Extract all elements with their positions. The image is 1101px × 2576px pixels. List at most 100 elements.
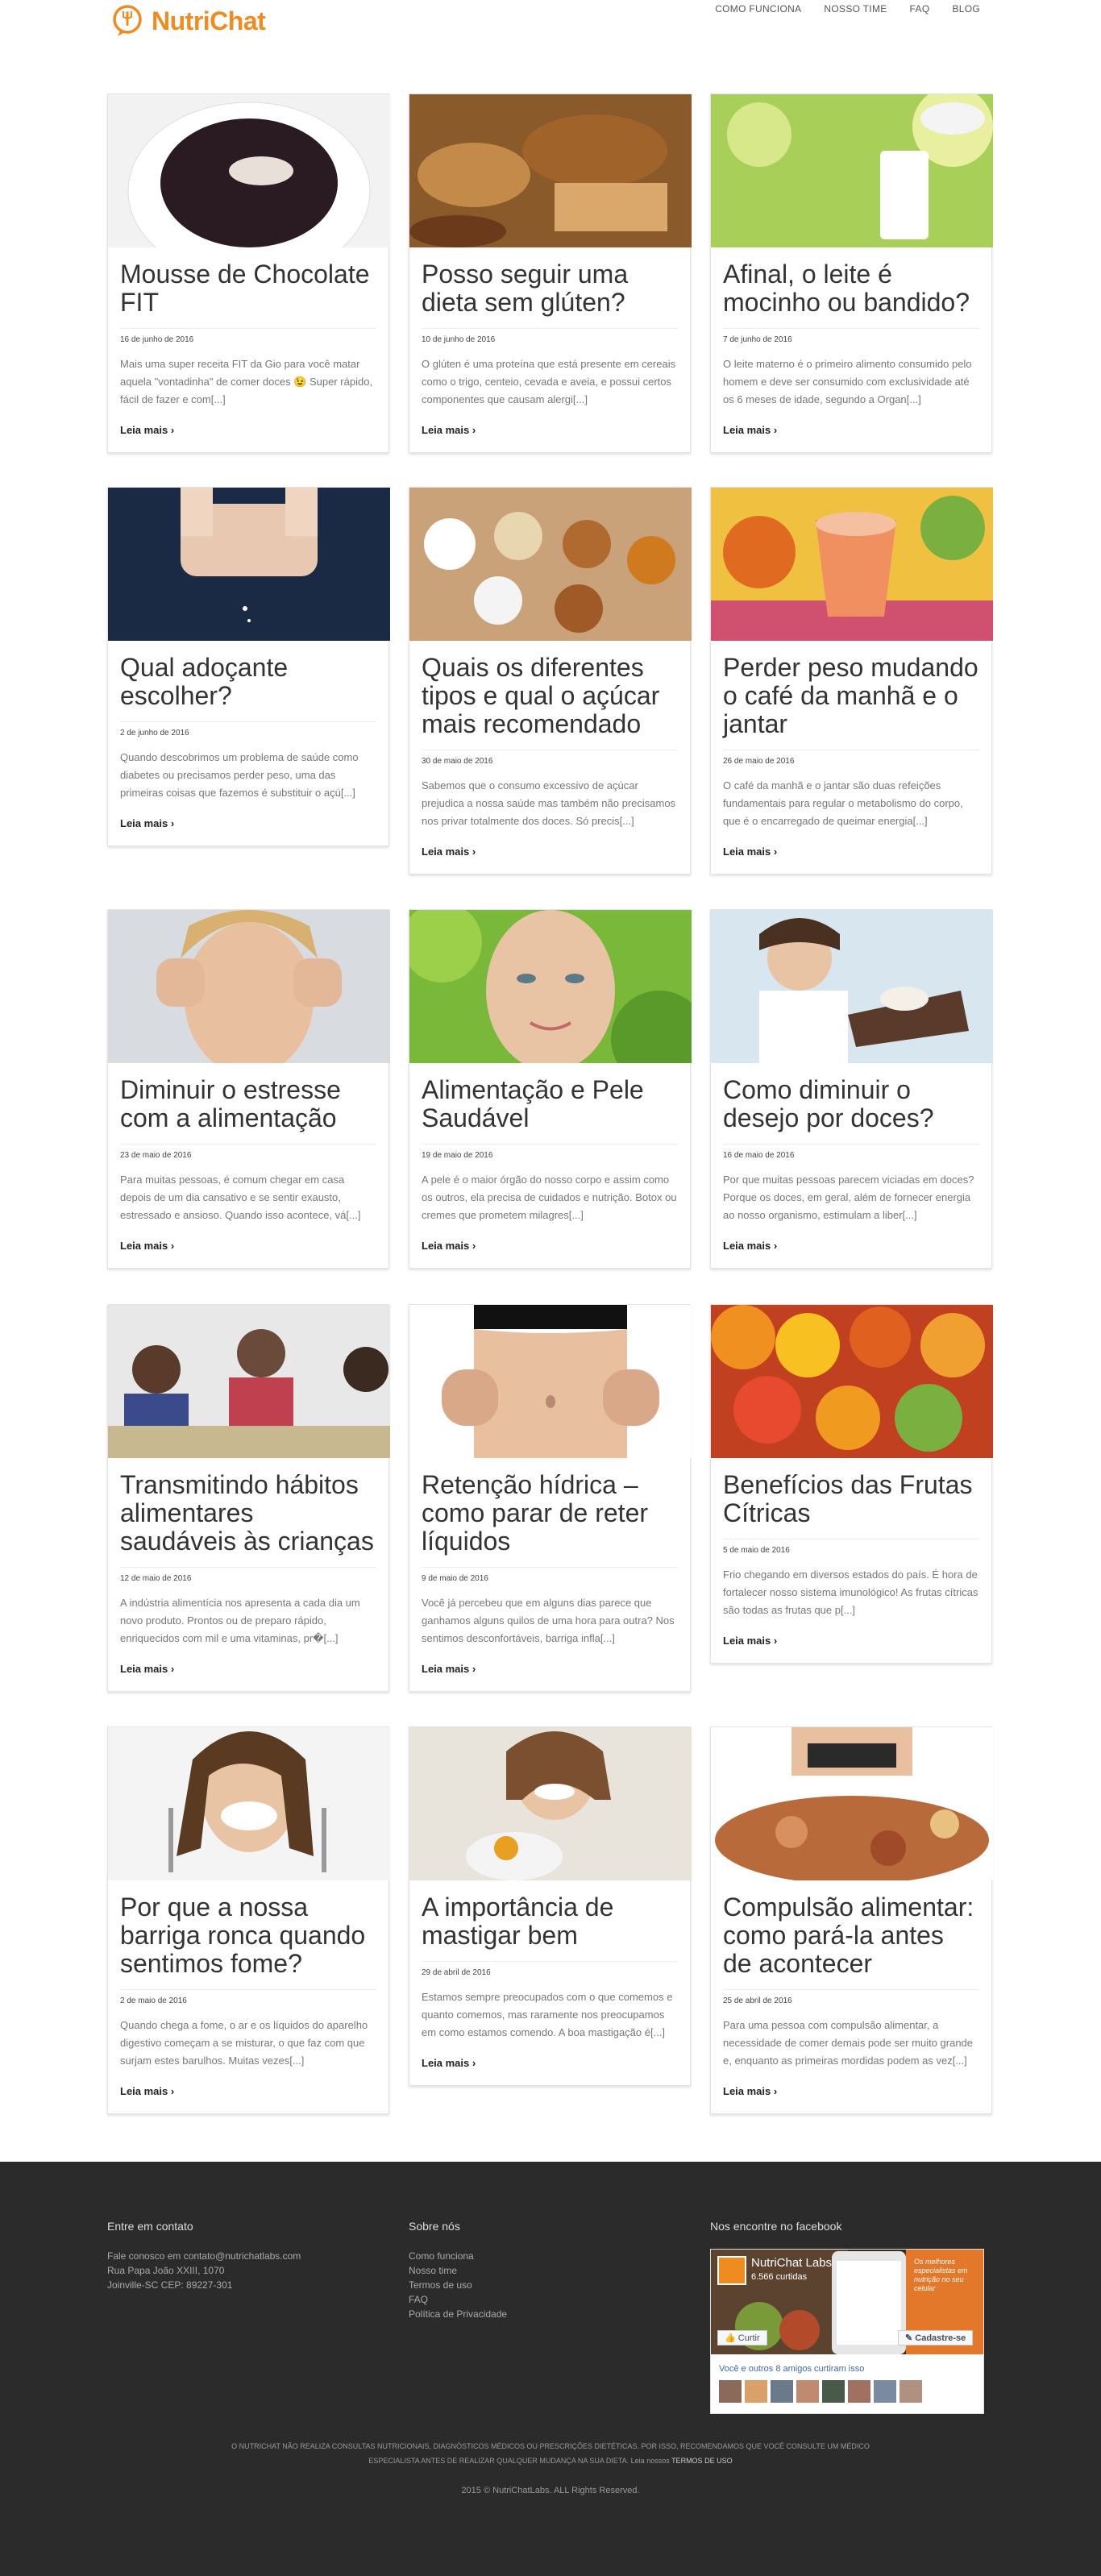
chevron-right-icon: › [170, 1663, 175, 1675]
footer-link-como-funciona[interactable]: Como funciona [409, 2250, 474, 2262]
post-title[interactable]: Mousse de Chocolate FIT [120, 260, 376, 317]
read-more-link[interactable]: Leia mais › [422, 846, 476, 858]
chevron-right-icon: › [773, 424, 778, 436]
post-date: 25 de abril de 2016 [723, 1989, 979, 2005]
post-excerpt: A indústria alimentícia nos apresenta a … [120, 1597, 360, 1644]
post-card: Por que a nossa barriga ronca quando sen… [107, 1726, 390, 2114]
read-more-link[interactable]: Leia mais › [120, 424, 174, 436]
fb-signup-button[interactable]: ✎ Cadastre-se [898, 2330, 974, 2345]
post-title[interactable]: Por que a nossa barriga ronca quando sen… [120, 1893, 376, 1978]
post-excerpt: Quando descobrimos um problema de saúde … [120, 751, 359, 799]
post-title[interactable]: Compulsão alimentar: como pará-la antes … [723, 1893, 979, 1978]
footer-link-nosso-time[interactable]: Nosso time [409, 2265, 457, 2276]
friend-avatar[interactable] [771, 2380, 793, 2403]
post-date: 29 de abril de 2016 [422, 1961, 678, 1977]
post-body: Transmitindo hábitos alimentares saudáve… [108, 1458, 388, 1691]
post-body: A importância de mastigar bem 29 de abril… [409, 1880, 690, 2085]
post-title[interactable]: Como diminuir o desejo por doces? [723, 1076, 979, 1132]
post-thumbnail[interactable] [108, 1305, 390, 1458]
chevron-right-icon: › [472, 424, 476, 436]
read-more-label: Leia mais [120, 1240, 168, 1252]
read-more-link[interactable]: Leia mais › [120, 2085, 174, 2097]
read-more-label: Leia mais [723, 424, 771, 436]
post-excerpt: Sabemos que o consumo excessivo de açúca… [422, 779, 676, 827]
post-title[interactable]: Afinal, o leite é mocinho ou bandido? [723, 260, 979, 317]
post-thumbnail[interactable] [409, 1727, 692, 1880]
post-thumbnail[interactable] [711, 488, 993, 641]
post-date: 2 de maio de 2016 [120, 1989, 376, 2005]
post-title[interactable]: Alimentação e Pele Saudável [422, 1076, 678, 1132]
footer-link-termos[interactable]: Termos de uso [409, 2279, 472, 2291]
post-date: 16 de maio de 2016 [723, 1144, 979, 1160]
read-more-link[interactable]: Leia mais › [120, 1240, 174, 1252]
post-title[interactable]: A importância de mastigar bem [422, 1893, 678, 1950]
post-image [711, 1305, 993, 1458]
read-more-link[interactable]: Leia mais › [422, 1240, 476, 1252]
post-thumbnail[interactable] [108, 94, 390, 247]
post-title[interactable]: Diminuir o estresse com a alimentação [120, 1076, 376, 1132]
terms-link[interactable]: TERMOS DE USO [671, 2457, 733, 2465]
fb-like-label: Curtir [737, 2333, 760, 2343]
chevron-right-icon: › [773, 1240, 778, 1252]
facebook-widget[interactable]: NutriChat Labs 6.566 curtidas Os melhore… [710, 2249, 984, 2414]
nav-link-nosso-time[interactable]: NOSSO TIME [824, 3, 887, 15]
read-more-link[interactable]: Leia mais › [723, 1635, 777, 1647]
chevron-right-icon: › [773, 2085, 778, 2097]
footer-link-privacidade[interactable]: Política de Privacidade [409, 2308, 507, 2320]
post-card: Compulsão alimentar: como pará-la antes … [710, 1726, 993, 2114]
post-image [108, 1727, 390, 1880]
friend-avatar[interactable] [745, 2380, 767, 2403]
post-body: Alimentação e Pele Saudável 19 de maio de… [409, 1063, 690, 1268]
friend-avatar[interactable] [874, 2380, 896, 2403]
post-date: 19 de maio de 2016 [422, 1144, 678, 1160]
nav-link-como-funciona[interactable]: COMO FUNCIONA [715, 3, 801, 15]
fb-page-name[interactable]: NutriChat Labs [751, 2256, 832, 2270]
footer-link-faq[interactable]: FAQ [409, 2294, 428, 2305]
post-date: 12 de maio de 2016 [120, 1567, 376, 1583]
contact-email[interactable]: Fale conosco em contato@nutrichatlabs.co… [107, 2249, 381, 2263]
post-title[interactable]: Transmitindo hábitos alimentares saudáve… [120, 1471, 376, 1556]
disclaimer-line-1: O NUTRICHAT NÃO REALIZA CONSULTAS NUTRIC… [231, 2442, 870, 2450]
post-title[interactable]: Benefícios das Frutas Cítricas [723, 1471, 979, 1527]
post-thumbnail[interactable] [409, 94, 692, 247]
read-more-link[interactable]: Leia mais › [422, 1663, 476, 1675]
read-more-link[interactable]: Leia mais › [723, 424, 777, 436]
post-thumbnail[interactable] [711, 1727, 993, 1880]
post-title[interactable]: Qual adoçante escolher? [120, 654, 376, 710]
read-more-link[interactable]: Leia mais › [422, 2057, 476, 2069]
post-date: 10 de junho de 2016 [422, 328, 678, 344]
post-thumbnail[interactable] [711, 910, 993, 1063]
post-title[interactable]: Quais os diferentes tipos e qual o açúca… [422, 654, 678, 738]
read-more-link[interactable]: Leia mais › [422, 424, 476, 436]
post-excerpt: Frio chegando em diversos estados do paí… [723, 1568, 978, 1616]
friend-avatar[interactable] [822, 2380, 845, 2403]
friend-avatar[interactable] [719, 2380, 742, 2403]
read-more-link[interactable]: Leia mais › [723, 846, 777, 858]
friend-avatar[interactable] [899, 2380, 922, 2403]
post-body: Posso seguir uma dieta sem glúten? 10 de … [409, 247, 690, 452]
read-more-link[interactable]: Leia mais › [120, 1663, 174, 1675]
post-title[interactable]: Perder peso mudando o café da manhã e o … [723, 654, 979, 738]
post-excerpt: Estamos sempre preocupados com o que com… [422, 1991, 673, 2038]
logo[interactable]: NutriChat [110, 3, 266, 39]
read-more-link[interactable]: Leia mais › [723, 2085, 777, 2097]
post-thumbnail[interactable] [409, 910, 692, 1063]
post-thumbnail[interactable] [711, 94, 993, 247]
post-thumbnail[interactable] [108, 1727, 390, 1880]
post-thumbnail[interactable] [108, 910, 390, 1063]
chevron-right-icon: › [170, 424, 175, 436]
read-more-link[interactable]: Leia mais › [120, 817, 174, 829]
post-title[interactable]: Retenção hídrica – como parar de reter l… [422, 1471, 678, 1556]
friend-avatar[interactable] [848, 2380, 870, 2403]
read-more-link[interactable]: Leia mais › [723, 1240, 777, 1252]
fb-like-button[interactable]: 👍 Curtir [717, 2330, 767, 2345]
post-thumbnail[interactable] [409, 488, 692, 641]
nav-link-faq[interactable]: FAQ [910, 3, 930, 15]
post-image [108, 1305, 390, 1458]
nav-link-blog[interactable]: BLOG [952, 3, 980, 15]
post-thumbnail[interactable] [409, 1305, 692, 1458]
post-title[interactable]: Posso seguir uma dieta sem glúten? [422, 260, 678, 317]
post-thumbnail[interactable] [711, 1305, 993, 1458]
post-thumbnail[interactable] [108, 488, 390, 641]
friend-avatar[interactable] [796, 2380, 819, 2403]
